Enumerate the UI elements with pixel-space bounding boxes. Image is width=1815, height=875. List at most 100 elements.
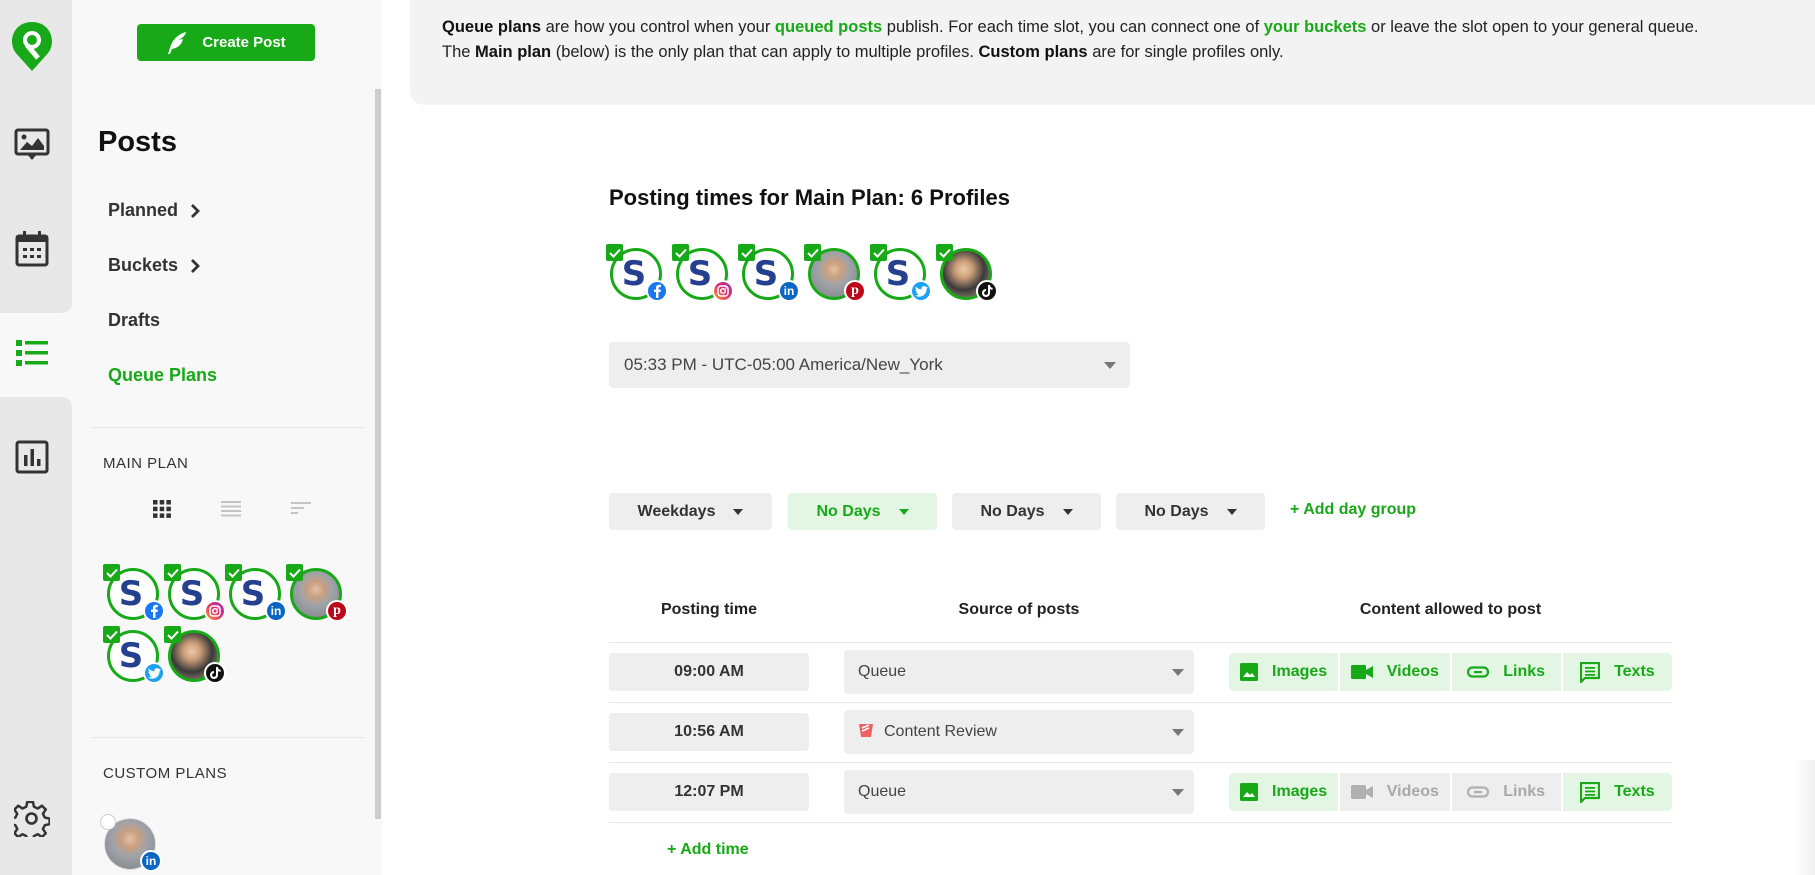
checkbox-checked-icon[interactable] <box>870 244 887 261</box>
info-text-part: The <box>442 43 476 61</box>
checkbox-checked-icon[interactable] <box>225 564 242 581</box>
row-divider <box>609 822 1672 823</box>
list-view-button[interactable] <box>219 498 243 520</box>
chevron-down-icon <box>898 508 909 515</box>
content-toggle-videos[interactable]: Videos <box>1340 773 1450 811</box>
content-toggle-label: Links <box>1503 783 1546 800</box>
content-toggle-label: Texts <box>1614 663 1655 680</box>
info-text-part: Main plan <box>475 43 552 61</box>
facebook-icon <box>143 600 165 622</box>
tiktok-icon <box>976 280 998 302</box>
posting-time-input[interactable]: 12:07 PM <box>609 773 809 811</box>
sort-lines-icon <box>291 502 311 514</box>
info-text-part: Custom plans <box>978 43 1088 61</box>
checkbox-checked-icon[interactable] <box>804 244 821 261</box>
checkbox-empty-icon[interactable] <box>100 814 116 830</box>
rail-analytics-button[interactable] <box>12 437 52 477</box>
content-toggle-texts[interactable]: Texts <box>1562 773 1672 811</box>
video-icon <box>1350 665 1373 679</box>
add-time-button[interactable]: + Add time <box>667 841 749 859</box>
main-plan-label: MAIN PLAN <box>103 455 189 472</box>
content-toggle-images[interactable]: Images <box>1229 773 1339 811</box>
brand-logo-icon: S <box>118 574 144 614</box>
rail-media-button[interactable] <box>12 125 52 165</box>
profile-avatar-instagram[interactable]: S <box>672 244 734 302</box>
day-group-button[interactable]: Weekdays <box>609 493 772 530</box>
source-select[interactable]: Queue <box>844 770 1194 814</box>
compact-view-button[interactable] <box>289 498 313 520</box>
checkbox-checked-icon[interactable] <box>286 564 303 581</box>
info-text-part: publish. For each time slot, you can con… <box>882 18 1264 36</box>
chevron-down-icon <box>1226 508 1237 515</box>
content-toggle-images[interactable]: Images <box>1229 653 1339 691</box>
rail-posts-button[interactable] <box>12 333 52 373</box>
day-group-button[interactable]: No Days <box>788 493 937 530</box>
posting-time-input[interactable]: 09:00 AM <box>609 653 809 691</box>
checkbox-checked-icon[interactable] <box>103 564 120 581</box>
add-day-group-button[interactable]: + Add day group <box>1290 501 1416 519</box>
checkbox-checked-icon[interactable] <box>164 626 181 643</box>
info-link[interactable]: queued posts <box>775 18 882 36</box>
info-link[interactable]: your buckets <box>1264 18 1367 36</box>
profile-avatar-linkedin[interactable]: Sin <box>738 244 800 302</box>
brand-logo-icon: S <box>179 574 205 614</box>
checkbox-checked-icon[interactable] <box>672 244 689 261</box>
profile-avatar-facebook[interactable]: S <box>606 244 668 302</box>
profile-avatar-linkedin[interactable]: Sin <box>225 564 287 622</box>
checkbox-checked-icon[interactable] <box>936 244 953 261</box>
gear-icon <box>14 801 50 837</box>
source-select[interactable]: Content Review <box>844 710 1194 754</box>
profile-avatar-pinterest[interactable]: p <box>804 244 866 302</box>
sidebar-item-drafts[interactable]: Drafts <box>108 310 160 331</box>
info-text-part: are how you control when your <box>541 18 775 36</box>
row-divider <box>609 702 1672 703</box>
rail-settings-button[interactable] <box>12 799 52 839</box>
content-toggle-links[interactable]: Links <box>1451 773 1561 811</box>
rail-calendar-button[interactable] <box>12 229 52 269</box>
grid-view-button[interactable] <box>150 498 174 520</box>
list-lines-icon <box>221 501 241 517</box>
timezone-select[interactable]: 05:33 PM - UTC-05:00 America/New_York <box>609 342 1130 388</box>
source-select[interactable]: Queue <box>844 650 1194 694</box>
sidebar-item-buckets[interactable]: Buckets <box>108 255 201 276</box>
sidebar-scrollbar[interactable] <box>375 89 381 819</box>
content-toggle-texts[interactable]: Texts <box>1562 653 1672 691</box>
create-post-button[interactable]: Create Post <box>137 24 315 61</box>
posting-time-input[interactable]: 10:56 AM <box>609 713 809 751</box>
day-group-button[interactable]: No Days <box>952 493 1101 530</box>
link-icon <box>1467 666 1490 678</box>
content-toggle-links[interactable]: Links <box>1451 653 1561 691</box>
column-header-content: Content allowed to post <box>1359 601 1542 618</box>
sidebar-item-planned[interactable]: Planned <box>108 200 200 221</box>
profile-avatar-facebook[interactable]: S <box>103 564 165 622</box>
checkbox-checked-icon[interactable] <box>606 244 623 261</box>
checkbox-checked-icon[interactable] <box>103 626 120 643</box>
pinterest-icon: p <box>326 600 348 622</box>
column-header-source: Source of posts <box>958 601 1080 618</box>
profile-avatar-twitter[interactable]: S <box>103 626 165 684</box>
profile-avatar-instagram[interactable]: S <box>164 564 226 622</box>
brand-logo-icon: S <box>753 254 779 294</box>
day-group-button[interactable]: No Days <box>1116 493 1265 530</box>
pinterest-icon: p <box>844 280 866 302</box>
image-icon <box>1240 783 1259 801</box>
content-type-toggles: Images Videos Links Texts <box>1229 773 1672 811</box>
info-line-1: Queue plans are how you control when you… <box>442 15 1815 40</box>
facebook-icon <box>646 280 668 302</box>
chevron-down-icon <box>1172 789 1184 796</box>
chevron-down-icon <box>1104 362 1116 369</box>
day-group-label: No Days <box>980 502 1045 520</box>
instagram-icon <box>204 600 226 622</box>
sidebar-item-queue-plans[interactable]: Queue Plans <box>108 365 217 386</box>
content-toggle-videos[interactable]: Videos <box>1340 653 1450 691</box>
profile-avatar-linkedin[interactable]: in <box>100 814 162 872</box>
profile-avatar-twitter[interactable]: S <box>870 244 932 302</box>
app-logo[interactable] <box>10 20 54 74</box>
profile-avatar-pinterest[interactable]: p <box>286 564 348 622</box>
checkbox-checked-icon[interactable] <box>164 564 181 581</box>
sidebar-item-label: Planned <box>108 200 179 220</box>
bucket-icon <box>858 722 874 743</box>
checkbox-checked-icon[interactable] <box>738 244 755 261</box>
profile-avatar-tiktok[interactable] <box>164 626 226 684</box>
profile-avatar-tiktok[interactable] <box>936 244 998 302</box>
